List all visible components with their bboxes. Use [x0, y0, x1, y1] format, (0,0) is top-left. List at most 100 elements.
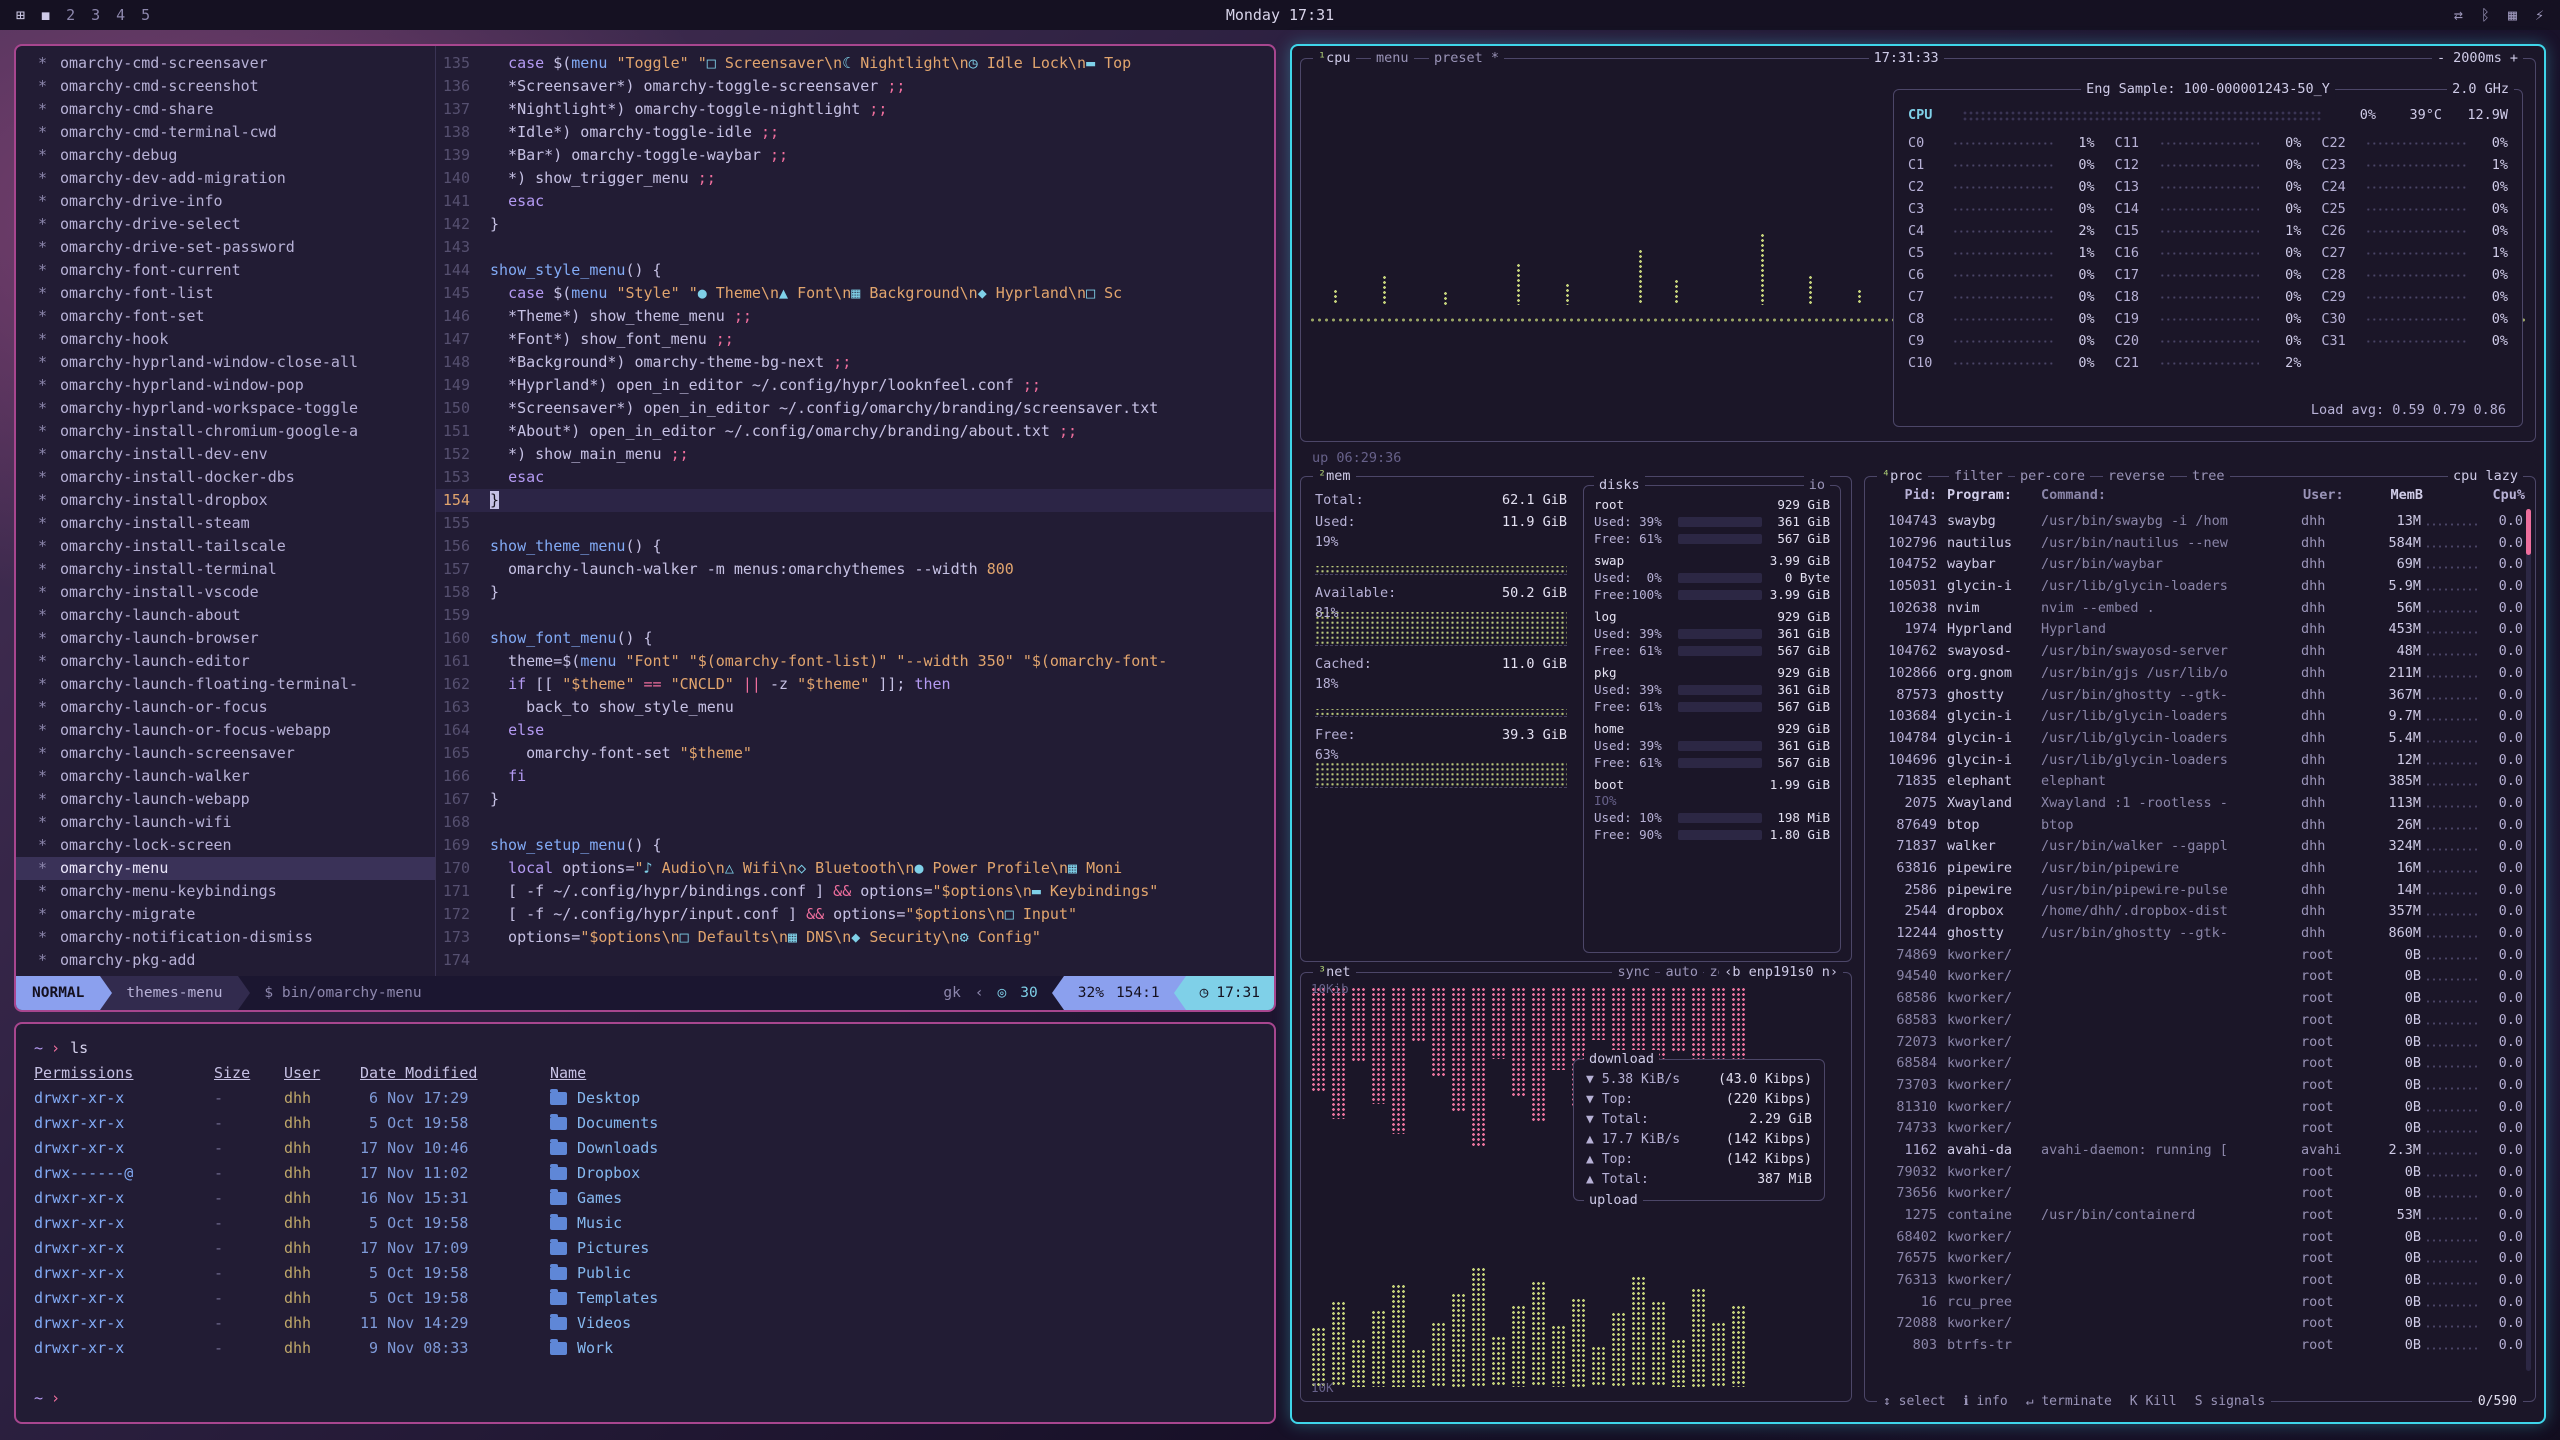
process-row[interactable]: 104784 glycin-i /usr/lib/glycin-loaders … — [1871, 728, 2523, 750]
file-item[interactable]: *omarchy-launch-wifi — [16, 811, 435, 834]
process-row[interactable]: 72073 kworker/ root 0B 0.0 — [1871, 1032, 2523, 1054]
bluetooth-icon[interactable]: ᛒ — [2481, 6, 2490, 24]
code-line[interactable]: 153 esac — [436, 466, 1274, 489]
proc-footer-action[interactable]: ℹ info — [1964, 1392, 2008, 1411]
col-user[interactable]: User: — [2303, 483, 2365, 501]
code-line[interactable]: 152 *) show_main_menu ;; — [436, 443, 1274, 466]
refresh-minus-button[interactable]: - — [2437, 49, 2445, 68]
power-icon[interactable]: ⚡ — [2535, 6, 2544, 24]
process-row[interactable]: 71837 walker /usr/bin/walker --gappl dhh… — [1871, 836, 2523, 858]
process-row[interactable]: 68584 kworker/ root 0B 0.0 — [1871, 1053, 2523, 1075]
process-row[interactable]: 68402 kworker/ root 0B 0.0 — [1871, 1227, 2523, 1249]
code-line[interactable]: 137 *Nightlight*) omarchy-toggle-nightli… — [436, 98, 1274, 121]
process-row[interactable]: 2075 Xwayland Xwayland :1 -rootless - dh… — [1871, 793, 2523, 815]
apps-icon[interactable]: ⊞ — [16, 6, 25, 24]
file-item[interactable]: *omarchy-font-list — [16, 282, 435, 305]
file-item[interactable]: *omarchy-launch-walker — [16, 765, 435, 788]
process-row[interactable]: 76575 kworker/ root 0B 0.0 — [1871, 1248, 2523, 1270]
code-line[interactable]: 145 case $(menu "Style" "● Theme\n▲ Font… — [436, 282, 1274, 305]
process-row[interactable]: 1275 containe /usr/bin/containerd root 5… — [1871, 1205, 2523, 1227]
code-line[interactable]: 151 *About*) open_in_editor ~/.config/om… — [436, 420, 1274, 443]
file-item[interactable]: *omarchy-launch-or-focus — [16, 696, 435, 719]
process-row[interactable]: 72088 kworker/ root 0B 0.0 — [1871, 1313, 2523, 1335]
active-workspace-icon[interactable]: ◼ — [41, 6, 50, 24]
code-line[interactable]: 154} — [436, 489, 1274, 512]
code-line[interactable]: 168 — [436, 811, 1274, 834]
process-row[interactable]: 16 rcu_pree root 0B 0.0 — [1871, 1292, 2523, 1314]
file-item[interactable]: *omarchy-cmd-screensaver — [16, 52, 435, 75]
process-row[interactable]: 104696 glycin-i /usr/lib/glycin-loaders … — [1871, 750, 2523, 772]
io-mode-toggle[interactable]: io — [1804, 476, 1830, 495]
file-item[interactable]: *omarchy-hook — [16, 328, 435, 351]
process-row[interactable]: 102866 org.gnom /usr/bin/gjs /usr/lib/o … — [1871, 663, 2523, 685]
process-row[interactable]: 68586 kworker/ root 0B 0.0 — [1871, 988, 2523, 1010]
file-item[interactable]: *omarchy-hyprland-window-close-all — [16, 351, 435, 374]
file-item[interactable]: *omarchy-menu — [16, 857, 435, 880]
file-item[interactable]: *omarchy-cmd-terminal-cwd — [16, 121, 435, 144]
file-item[interactable]: *omarchy-cmd-share — [16, 98, 435, 121]
file-item[interactable]: *omarchy-migrate — [16, 903, 435, 926]
code-line[interactable]: 165 omarchy-font-set "$theme" — [436, 742, 1274, 765]
net-auto-toggle[interactable]: auto — [1660, 963, 1703, 982]
code-line[interactable]: 149 *Hyprland*) open_in_editor ~/.config… — [436, 374, 1274, 397]
code-line[interactable]: 158} — [436, 581, 1274, 604]
terminal-window[interactable]: ~ › ls Permissions Size User Date Modifi… — [14, 1022, 1276, 1424]
proc-footer-action[interactable]: S signals — [2195, 1392, 2265, 1411]
file-item[interactable]: *omarchy-launch-browser — [16, 627, 435, 650]
process-row[interactable]: 102638 nvim nvim --embed . dhh 56M 0.0 — [1871, 598, 2523, 620]
reverse-toggle[interactable]: reverse — [2103, 467, 2170, 486]
clock[interactable]: Monday 17:31 — [1226, 6, 1334, 24]
file-item[interactable]: *omarchy-launch-editor — [16, 650, 435, 673]
network-icon[interactable]: ⇄ — [2454, 6, 2463, 24]
cpu-box-title[interactable]: ¹cpu — [1313, 49, 1356, 68]
menu-button[interactable]: menu — [1371, 49, 1414, 68]
tree-toggle[interactable]: tree — [2187, 467, 2230, 486]
code-line[interactable]: 159 — [436, 604, 1274, 627]
file-item[interactable]: *omarchy-hyprland-workspace-toggle — [16, 397, 435, 420]
code-line[interactable]: 164 else — [436, 719, 1274, 742]
code-line[interactable]: 160show_font_menu() { — [436, 627, 1274, 650]
workspace-item[interactable]: 2 — [66, 6, 75, 24]
file-item[interactable]: *omarchy-pkg-add — [16, 949, 435, 972]
process-row[interactable]: 803 btrfs-tr root 0B 0.0 — [1871, 1335, 2523, 1357]
process-row[interactable]: 102796 nautilus /usr/bin/nautilus --new … — [1871, 533, 2523, 555]
disks-title[interactable]: disks — [1594, 476, 1645, 495]
file-item[interactable]: *omarchy-font-current — [16, 259, 435, 282]
code-line[interactable]: 135 case $(menu "Toggle" "□ Screensaver\… — [436, 52, 1274, 75]
mem-box-title[interactable]: ²mem — [1313, 467, 1356, 486]
process-row[interactable]: 104743 swaybg /usr/bin/swaybg -i /hom dh… — [1871, 511, 2523, 533]
file-item[interactable]: *omarchy-notification-dismiss — [16, 926, 435, 949]
preset-button[interactable]: preset * — [1429, 49, 1504, 68]
refresh-plus-button[interactable]: + — [2510, 49, 2518, 68]
workspace-item[interactable]: 4 — [116, 6, 125, 24]
file-item[interactable]: *omarchy-dev-add-migration — [16, 167, 435, 190]
code-line[interactable]: 174 — [436, 949, 1274, 972]
per-core-toggle[interactable]: per-core — [2015, 467, 2090, 486]
workspace-item[interactable]: 3 — [91, 6, 100, 24]
net-sync-toggle[interactable]: sync — [1612, 963, 1655, 982]
code-line[interactable]: 166 fi — [436, 765, 1274, 788]
file-item[interactable]: *omarchy-launch-screensaver — [16, 742, 435, 765]
code-line[interactable]: 173 options="$options\n□ Defaults\n▦ DNS… — [436, 926, 1274, 949]
code-line[interactable]: 147 *Font*) show_font_menu ;; — [436, 328, 1274, 351]
net-box-title[interactable]: ³net — [1313, 963, 1356, 982]
file-item[interactable]: *omarchy-launch-webapp — [16, 788, 435, 811]
process-row[interactable]: 76313 kworker/ root 0B 0.0 — [1871, 1270, 2523, 1292]
code-line[interactable]: 155 — [436, 512, 1274, 535]
code-pane[interactable]: 135 case $(menu "Toggle" "□ Screensaver\… — [436, 46, 1274, 976]
code-line[interactable]: 162 if [[ "$theme" == "CNCLD" || -z "$th… — [436, 673, 1274, 696]
code-line[interactable]: 136 *Screensaver*) omarchy-toggle-screen… — [436, 75, 1274, 98]
workspace-item[interactable]: 5 — [141, 6, 150, 24]
code-line[interactable]: 161 theme=$(menu "Font" "$(omarchy-font-… — [436, 650, 1274, 673]
code-line[interactable]: 142} — [436, 213, 1274, 236]
file-item[interactable]: *omarchy-lock-screen — [16, 834, 435, 857]
code-line[interactable]: 138 *Idle*) omarchy-toggle-idle ;; — [436, 121, 1274, 144]
process-row[interactable]: 74869 kworker/ root 0B 0.0 — [1871, 945, 2523, 967]
process-row[interactable]: 81310 kworker/ root 0B 0.0 — [1871, 1097, 2523, 1119]
file-item[interactable]: *omarchy-hyprland-window-pop — [16, 374, 435, 397]
process-row[interactable]: 87649 btop btop dhh 26M 0.0 — [1871, 815, 2523, 837]
code-line[interactable]: 148 *Background*) omarchy-theme-bg-next … — [436, 351, 1274, 374]
code-line[interactable]: 143 — [436, 236, 1274, 259]
sort-mode[interactable]: cpu lazy — [2448, 467, 2523, 486]
file-item[interactable]: *omarchy-install-dev-env — [16, 443, 435, 466]
